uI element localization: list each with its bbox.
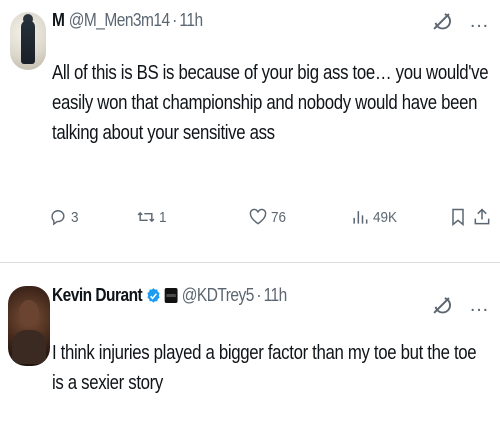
display-name[interactable]: M [52,10,65,31]
like-button[interactable]: 76 [248,205,288,229]
separator-dot: · [256,285,262,305]
bookmark-button[interactable] [448,205,468,229]
share-icon [474,208,490,225]
tweet-text: All of this is BS is because of your big… [52,62,489,144]
user-handle[interactable]: @KDTrey5 [182,285,255,306]
reply-count: 3 [71,208,79,226]
user-handle[interactable]: @M_Men3m14 [69,10,170,31]
heart-icon [249,208,267,225]
retweet-count: 1 [159,208,167,226]
retweet-button[interactable]: 1 [136,205,167,229]
views-icon [353,211,368,224]
tweet-actions: 3 1 76 49K [48,205,494,235]
tweet-divider [0,262,500,263]
tweet-header: Kevin Durant @KDTrey5 · 11h [52,285,287,306]
grok-icon[interactable] [431,10,453,32]
views-button[interactable]: 49K [350,205,400,229]
retweet-icon [137,211,155,223]
more-options-icon[interactable]: … [469,295,490,315]
affiliate-badge-icon[interactable] [164,288,178,303]
share-button[interactable] [472,205,492,229]
more-options-icon[interactable]: … [469,11,490,31]
views-count: 49K [373,208,398,226]
avatar[interactable] [8,286,50,366]
reply-button[interactable]: 3 [48,205,79,229]
tweet-top-icons: … [431,294,490,316]
display-name[interactable]: Kevin Durant [52,285,143,306]
bookmark-icon [452,208,464,227]
tweet-header: M @M_Men3m14 · 11h [52,10,203,31]
timestamp[interactable]: 11h [264,285,288,306]
avatar-face [19,300,39,326]
tweet-text: I think injuries played a bigger factor … [52,342,477,394]
tweet-kevin-durant[interactable]: Kevin Durant @KDTrey5 · 11h I think inju… [0,268,500,440]
avatar-figure [21,20,35,64]
timestamp[interactable]: 11h [179,10,203,31]
reply-icon [51,210,65,226]
avatar-shirt [12,330,46,364]
grok-icon[interactable] [431,294,453,316]
separator-dot: · [172,10,177,30]
tweet-m[interactable]: M @M_Men3m14 · 11h … All of this is BS i… [0,0,500,258]
like-count: 76 [271,208,287,226]
verified-badge-icon[interactable] [146,287,161,305]
avatar[interactable] [10,12,46,70]
tweet-top-icons: … [431,10,490,32]
